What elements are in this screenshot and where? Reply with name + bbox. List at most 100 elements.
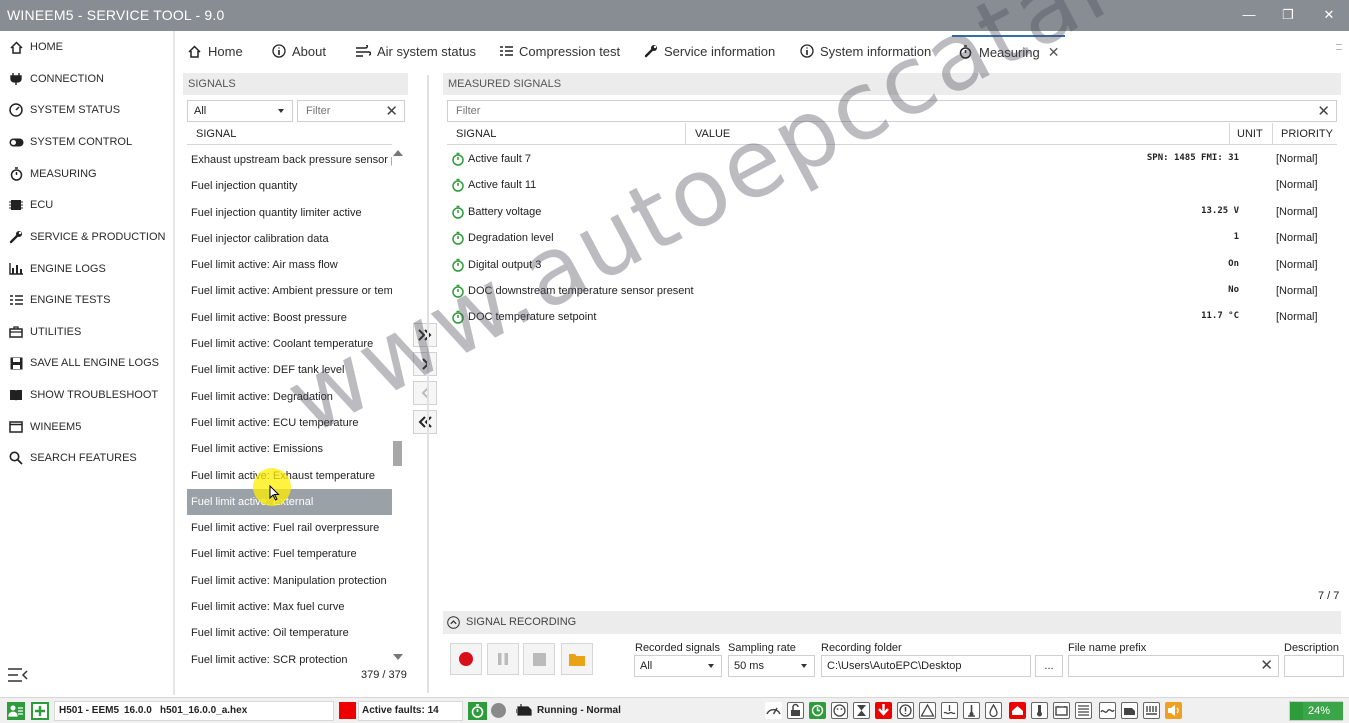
battery-icon[interactable] bbox=[1053, 702, 1070, 719]
sidebar-item-engine-logs[interactable]: ENGINE LOGS bbox=[8, 258, 173, 280]
list-item[interactable]: Fuel limit active: ECU temperature bbox=[187, 410, 392, 436]
list-item[interactable]: Fuel limit active: Coolant temperature bbox=[187, 331, 392, 357]
stop-engine-icon[interactable] bbox=[1009, 702, 1026, 719]
warning-icon[interactable] bbox=[919, 702, 936, 719]
heater-icon[interactable] bbox=[1143, 702, 1160, 719]
column-signal[interactable]: SIGNAL bbox=[456, 123, 496, 145]
sidebar-item-engine-tests[interactable]: ENGINE TESTS bbox=[8, 289, 173, 311]
clear-filter-icon[interactable]: ✕ bbox=[1317, 102, 1330, 122]
tab-service-information[interactable]: Service information bbox=[643, 39, 775, 63]
tab-compression-test[interactable]: Compression test bbox=[498, 39, 620, 63]
user-status-icon[interactable] bbox=[7, 702, 25, 720]
list-item[interactable]: Fuel injection quantity limiter active bbox=[187, 200, 392, 226]
tab-air-system-status[interactable]: Air system status bbox=[356, 39, 476, 63]
scroll-down-arrow-icon[interactable] bbox=[393, 654, 403, 660]
face-icon[interactable] bbox=[831, 702, 848, 719]
signal-recording-header[interactable]: SIGNAL RECORDING bbox=[443, 611, 1341, 634]
list-item[interactable]: Fuel injection quantity bbox=[187, 173, 392, 199]
list-item[interactable]: Fuel limit active: Emissions bbox=[187, 436, 392, 462]
list-item[interactable]: Fuel injector calibration data bbox=[187, 226, 392, 252]
coolant-level-icon[interactable] bbox=[941, 702, 958, 719]
measured-filter-input[interactable] bbox=[456, 105, 1160, 117]
restore-button[interactable]: ❐ bbox=[1277, 5, 1299, 25]
tab-system-information[interactable]: System information bbox=[799, 39, 931, 63]
add-icon[interactable] bbox=[31, 702, 49, 720]
table-row[interactable]: Digital output 3 On [Normal] bbox=[447, 253, 1337, 279]
sidebar-item-connection[interactable]: CONNECTION bbox=[8, 68, 173, 90]
tab-overflow-icon[interactable] bbox=[1336, 44, 1342, 50]
list-item[interactable]: Fuel limit active: Oil temperature bbox=[187, 620, 392, 646]
sidebar-item-search-features[interactable]: SEARCH FEATURES bbox=[8, 447, 173, 469]
download-arrow-icon[interactable] bbox=[875, 702, 892, 719]
filter-grid-icon[interactable] bbox=[1075, 702, 1092, 719]
record-button[interactable] bbox=[450, 643, 482, 675]
table-row[interactable]: Active fault 7 SPN: 1485 FMI: 31 [Normal… bbox=[447, 147, 1337, 173]
sidebar-item-home[interactable]: HOME bbox=[8, 36, 173, 58]
sidebar-item-service-production[interactable]: SERVICE & PRODUCTION bbox=[8, 226, 173, 248]
list-item[interactable]: Fuel limit active: SCR protection bbox=[187, 647, 392, 667]
column-value[interactable]: VALUE bbox=[695, 123, 730, 145]
sidebar-item-system-status[interactable]: SYSTEM STATUS bbox=[8, 99, 173, 121]
signal-list[interactable]: Exhaust upstream back pressure sensor pr… bbox=[187, 147, 392, 667]
wave-icon[interactable] bbox=[1099, 702, 1116, 719]
sidebar-item-save-all-engine-logs[interactable]: SAVE ALL ENGINE LOGS bbox=[8, 352, 173, 374]
collapse-menu-icon[interactable] bbox=[8, 668, 28, 684]
table-row[interactable]: Battery voltage 13.25 V [Normal] bbox=[447, 200, 1337, 226]
recording-off-icon[interactable] bbox=[491, 703, 506, 718]
recording-folder-field[interactable]: C:\Users\AutoEPC\Desktop bbox=[821, 655, 1031, 677]
list-item[interactable]: Fuel limit active: Fuel temperature bbox=[187, 541, 392, 567]
table-row[interactable]: Degradation level 1 [Normal] bbox=[447, 226, 1337, 252]
active-faults-count[interactable]: Active faults: 14 bbox=[362, 705, 439, 716]
scroll-up-arrow-icon[interactable] bbox=[393, 150, 403, 156]
open-folder-button[interactable] bbox=[561, 643, 593, 675]
close-tab-button[interactable]: ✕ bbox=[1048, 44, 1060, 61]
column-unit[interactable]: UNIT bbox=[1237, 123, 1263, 145]
remove-all-signals-button[interactable] bbox=[413, 410, 437, 434]
signal-column-header[interactable]: SIGNAL bbox=[187, 123, 392, 145]
list-item[interactable]: Fuel limit active: Fuel rail overpressur… bbox=[187, 515, 392, 541]
tab-measuring[interactable]: Measuring ✕ bbox=[952, 35, 1066, 67]
stop-button[interactable] bbox=[523, 643, 555, 675]
remove-signal-button[interactable] bbox=[413, 381, 437, 405]
file-name-prefix-input[interactable]: ✕ bbox=[1068, 655, 1279, 677]
column-priority[interactable]: PRIORITY bbox=[1281, 123, 1333, 145]
oil-drop-icon[interactable] bbox=[985, 702, 1002, 719]
signal-filter-field[interactable]: ✕ bbox=[297, 100, 405, 122]
clear-prefix-icon[interactable]: ✕ bbox=[1260, 656, 1273, 676]
table-row[interactable]: DOC downstream temperature sensor presen… bbox=[447, 279, 1337, 305]
minimize-button[interactable]: — bbox=[1238, 5, 1260, 25]
table-row[interactable]: Active fault 11 [Normal] bbox=[447, 173, 1337, 199]
measuring-active-icon[interactable] bbox=[468, 702, 487, 720]
table-row[interactable]: DOC temperature setpoint 11.7 °C [Normal… bbox=[447, 305, 1337, 331]
collapse-up-icon[interactable] bbox=[447, 616, 460, 629]
list-item[interactable]: Fuel limit active: Air mass flow bbox=[187, 252, 392, 278]
list-item[interactable]: Exhaust upstream back pressure sensor pr… bbox=[187, 147, 392, 173]
measured-filter-field[interactable]: ✕ bbox=[447, 100, 1337, 122]
signal-category-select[interactable]: All bbox=[187, 100, 293, 122]
sidebar-item-wineem5[interactable]: WINEEM5 bbox=[8, 416, 173, 438]
tab-home[interactable]: Home bbox=[187, 39, 243, 63]
sound-icon[interactable] bbox=[1165, 702, 1182, 719]
fault-indicator-icon[interactable] bbox=[339, 702, 356, 719]
scrollbar-thumb[interactable] bbox=[393, 441, 402, 466]
list-item[interactable]: Fuel limit active: Ambient pressure or t… bbox=[187, 278, 392, 304]
tab-about[interactable]: About bbox=[271, 39, 326, 63]
alert-circle-icon[interactable] bbox=[897, 702, 914, 719]
sidebar-item-show-troubleshoot[interactable]: SHOW TROUBLESHOOT bbox=[8, 384, 173, 406]
description-input[interactable] bbox=[1284, 655, 1344, 677]
list-item[interactable]: Fuel limit active: Degradation bbox=[187, 384, 392, 410]
engine-check-icon[interactable] bbox=[1121, 702, 1138, 719]
panel-divider[interactable] bbox=[427, 75, 429, 693]
sampling-rate-select[interactable]: 50 ms bbox=[728, 655, 815, 677]
sidebar-item-ecu[interactable]: ECU bbox=[8, 194, 173, 216]
list-item[interactable]: Fuel limit active: Manipulation protecti… bbox=[187, 568, 392, 594]
thermometer-icon[interactable] bbox=[1031, 702, 1048, 719]
close-window-button[interactable]: ✕ bbox=[1318, 5, 1340, 25]
speed-icon[interactable] bbox=[765, 702, 782, 719]
list-item[interactable]: Fuel limit active: Boost pressure bbox=[187, 305, 392, 331]
lock-icon[interactable] bbox=[787, 702, 804, 719]
list-item[interactable]: Fuel limit active: DEF tank level bbox=[187, 357, 392, 383]
list-item[interactable]: Fuel limit active: Max fuel curve bbox=[187, 594, 392, 620]
recorded-signals-select[interactable]: All bbox=[634, 655, 722, 677]
add-all-signals-button[interactable] bbox=[413, 323, 437, 347]
